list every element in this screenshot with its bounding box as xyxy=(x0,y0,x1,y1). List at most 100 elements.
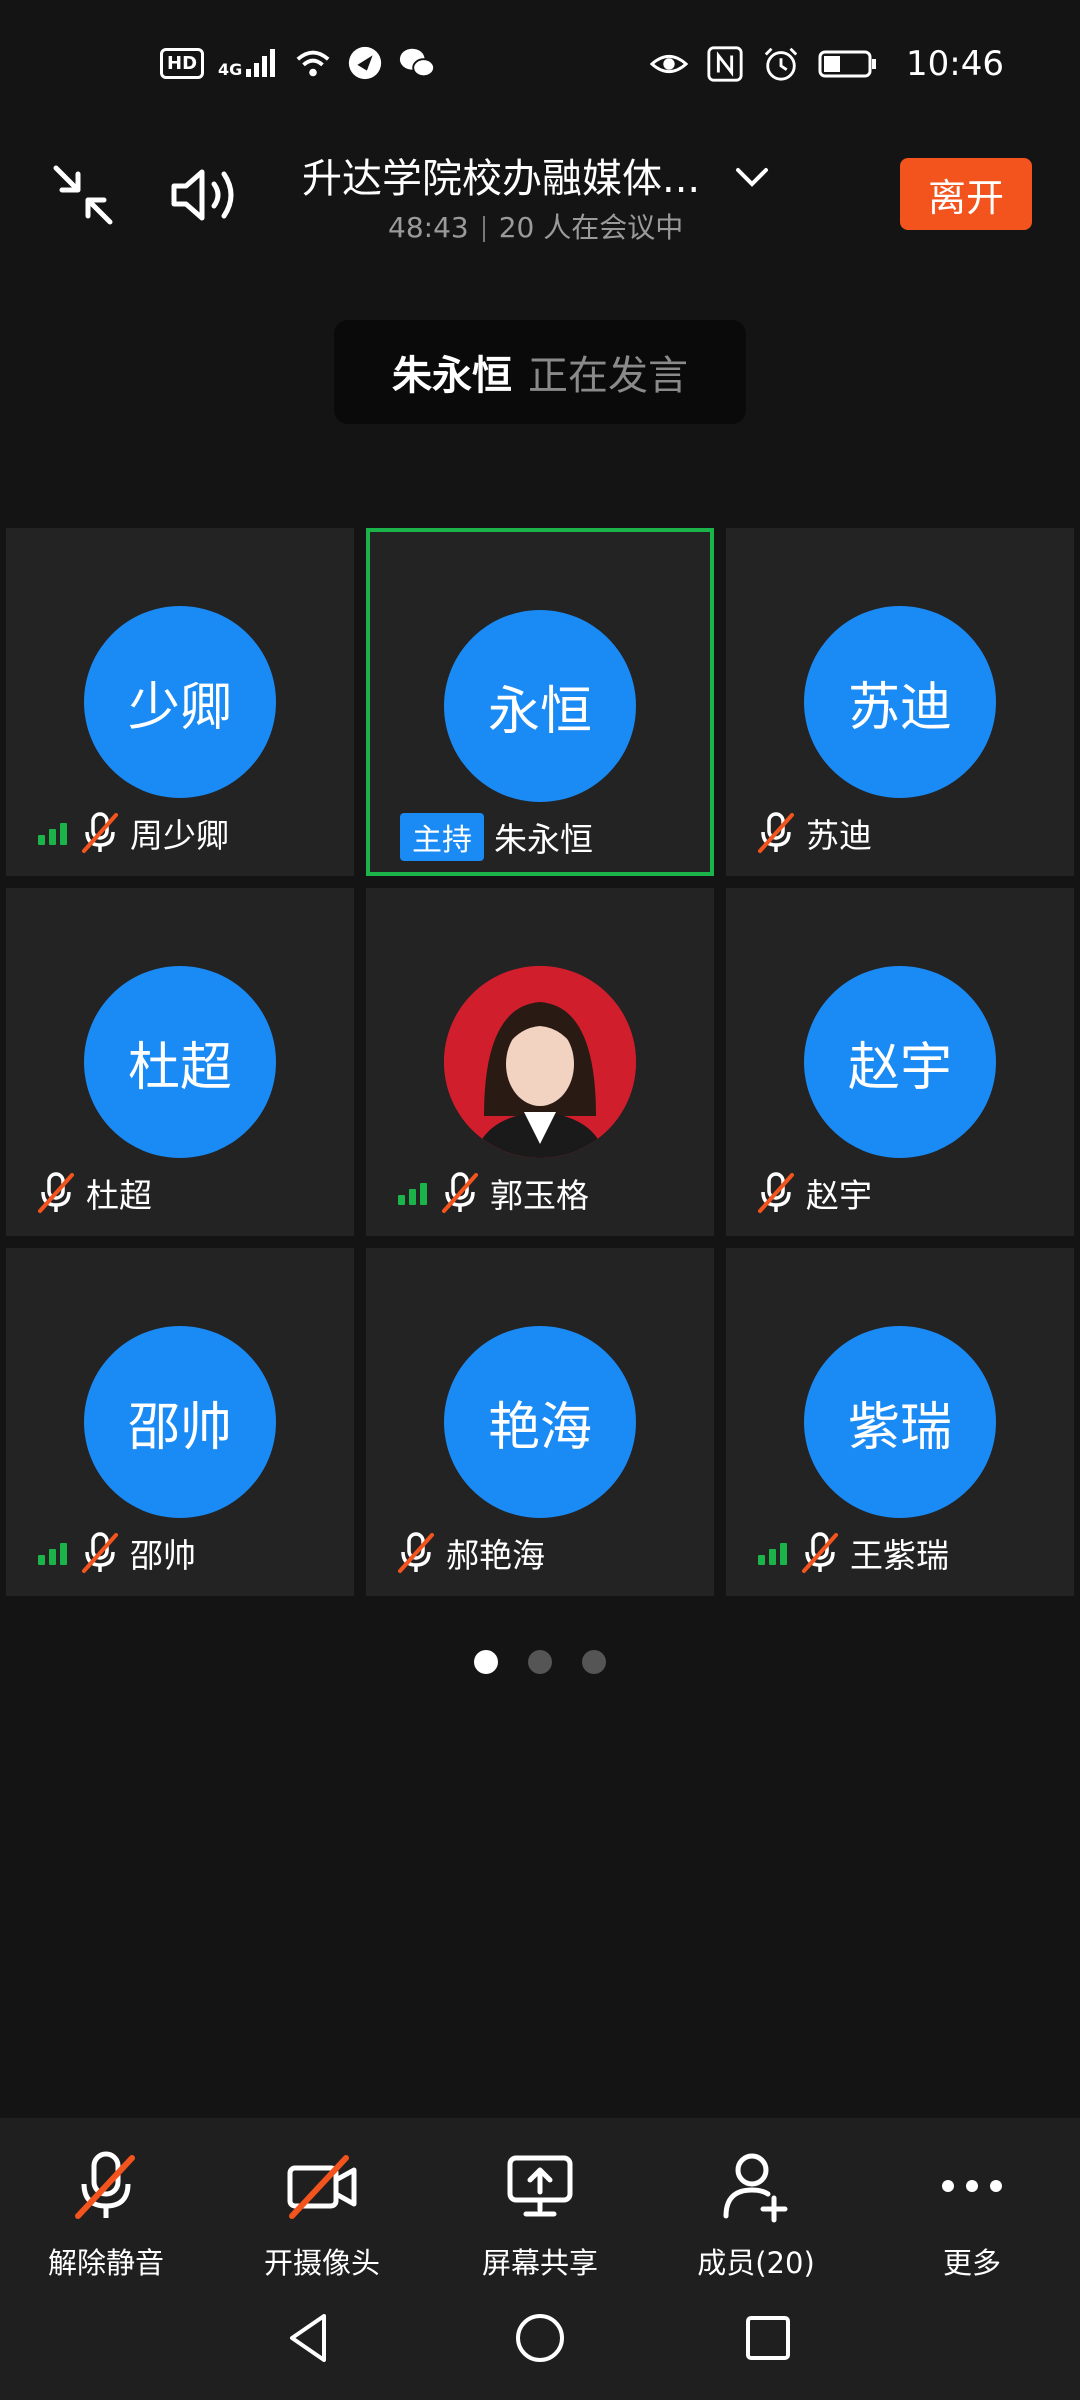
muted-mic-icon xyxy=(75,2151,135,2219)
home-icon[interactable] xyxy=(510,2308,570,2368)
app-notification-icon xyxy=(349,46,382,80)
participant-tile[interactable]: 苏迪 苏迪 xyxy=(726,528,1074,876)
meeting-meta: 48:43 20 人在会议中 xyxy=(388,206,683,246)
meeting-duration: 48:43 xyxy=(388,211,469,244)
tile-status-bar: 王紫瑞 xyxy=(756,1528,949,1578)
participant-tile[interactable]: 杜超 杜超 xyxy=(6,888,354,1236)
unmute-button[interactable]: 解除静音 xyxy=(6,2148,206,2308)
active-speaker-indicator: 朱永恒 正在发言 xyxy=(334,320,746,424)
members-label: 成员(20) xyxy=(697,2246,815,2280)
meeting-header: 升达学院校办融媒体... 48:43 20 人在会议中 离开 xyxy=(0,134,1080,244)
tile-status-bar: 郭玉格 xyxy=(396,1168,589,1218)
host-badge: 主持 xyxy=(400,813,484,861)
status-left: HD 4G xyxy=(160,44,436,82)
avatar: 少卿 xyxy=(84,606,276,798)
page-dot[interactable] xyxy=(582,1650,606,1674)
participant-tile[interactable]: 艳海 郝艳海 xyxy=(366,1248,714,1596)
participant-name: 王紫瑞 xyxy=(850,1536,949,1575)
speaker-status: 正在发言 xyxy=(528,353,688,399)
muted-mic-icon xyxy=(758,1172,794,1213)
system-nav-bar xyxy=(0,2300,1080,2380)
4g-signal-icon: 4G xyxy=(218,47,280,79)
meeting-title[interactable]: 升达学院校办融媒体... xyxy=(302,146,700,204)
eye-icon xyxy=(650,54,689,74)
unmute-label: 解除静音 xyxy=(47,2246,164,2280)
camera-off-icon xyxy=(287,2155,357,2219)
participant-tile[interactable]: 少卿 周少卿 xyxy=(6,528,354,876)
chevron-down-icon[interactable] xyxy=(732,158,772,198)
participant-tile[interactable]: 永恒主持 朱永恒 xyxy=(366,528,714,876)
camera-button[interactable]: 开摄像头 xyxy=(222,2148,422,2308)
participant-name: 赵宇 xyxy=(806,1176,872,1215)
muted-mic-icon xyxy=(82,1532,118,1573)
tile-status-bar: 郝艳海 xyxy=(396,1528,545,1578)
nfc-icon xyxy=(707,46,743,82)
members-button[interactable]: 成员(20) xyxy=(656,2148,856,2308)
page-dot[interactable] xyxy=(474,1650,498,1674)
hd-icon: HD xyxy=(160,47,205,79)
participant-name: 周少卿 xyxy=(130,816,229,855)
muted-mic-icon xyxy=(82,812,118,853)
profile-photo-avatar xyxy=(444,966,636,1158)
recents-icon[interactable] xyxy=(738,2308,798,2368)
participant-grid: 少卿 周少卿 永恒 主持 朱永恒 苏迪 苏迪 杜超 杜超 郭玉格 赵宇 赵宇 邵帅 邵帅 艳海 郝艳海 紫瑞 王紫… xyxy=(6,528,1076,1596)
avatar: 永恒 xyxy=(444,610,636,802)
tile-status-bar: 主持 朱永恒 xyxy=(400,812,593,862)
bottom-toolbar: 解除静音 开摄像头 屏幕共享 成员(20) 更多 xyxy=(0,2118,1080,2400)
alarm-icon xyxy=(764,47,798,81)
participant-name: 苏迪 xyxy=(806,816,872,855)
participant-name: 郝艳海 xyxy=(446,1536,545,1575)
wifi-icon xyxy=(296,50,330,77)
status-right: 10:46 xyxy=(650,44,1004,84)
screen-share-label: 屏幕共享 xyxy=(481,2246,598,2280)
tile-status-bar: 杜超 xyxy=(36,1168,152,1218)
participant-tile[interactable]: 赵宇 赵宇 xyxy=(726,888,1074,1236)
muted-mic-icon xyxy=(38,1172,74,1213)
tile-status-bar: 邵帅 xyxy=(36,1528,196,1578)
signal-strength-icon xyxy=(398,1183,427,1205)
signal-strength-icon xyxy=(38,1543,67,1565)
speaker-icon[interactable] xyxy=(168,162,240,228)
status-bar: HD 4G 10:46 xyxy=(0,0,1080,134)
avatar: 紫瑞 xyxy=(804,1326,996,1518)
avatar: 艳海 xyxy=(444,1326,636,1518)
participant-name: 朱永恒 xyxy=(494,820,593,859)
participant-tile[interactable]: 紫瑞 王紫瑞 xyxy=(726,1248,1074,1596)
page-indicator xyxy=(0,1650,1080,1674)
wechat-icon xyxy=(400,48,436,78)
avatar: 杜超 xyxy=(84,966,276,1158)
clock: 10:46 xyxy=(906,44,1004,84)
speaker-name: 朱永恒 xyxy=(392,353,512,399)
camera-label: 开摄像头 xyxy=(263,2246,380,2280)
tile-status-bar: 苏迪 xyxy=(756,808,872,858)
screen-share-icon xyxy=(507,2155,573,2217)
avatar: 邵帅 xyxy=(84,1326,276,1518)
tile-status-bar: 周少卿 xyxy=(36,808,229,858)
leave-button[interactable]: 离开 xyxy=(900,158,1032,230)
more-button[interactable]: 更多 xyxy=(872,2148,1072,2308)
avatar: 赵宇 xyxy=(804,966,996,1158)
muted-mic-icon xyxy=(758,812,794,853)
add-member-icon xyxy=(723,2153,788,2223)
back-icon[interactable] xyxy=(280,2308,340,2368)
participant-count: 20 人在会议中 xyxy=(498,211,684,244)
participant-name: 杜超 xyxy=(86,1176,152,1215)
page-dot[interactable] xyxy=(528,1650,552,1674)
muted-mic-icon xyxy=(442,1172,478,1213)
avatar: 苏迪 xyxy=(804,606,996,798)
battery-icon xyxy=(818,50,877,78)
participant-tile[interactable]: 邵帅 邵帅 xyxy=(6,1248,354,1596)
muted-mic-icon xyxy=(398,1532,434,1573)
minimize-icon[interactable] xyxy=(50,162,116,228)
participant-name: 邵帅 xyxy=(130,1536,196,1575)
screen-share-button[interactable]: 屏幕共享 xyxy=(440,2148,640,2308)
participant-tile[interactable]: 郭玉格 xyxy=(366,888,714,1236)
more-dots-icon xyxy=(942,2180,1002,2192)
divider xyxy=(482,216,485,242)
more-label: 更多 xyxy=(942,2246,1001,2280)
muted-mic-icon xyxy=(802,1532,838,1573)
participant-name: 郭玉格 xyxy=(490,1176,589,1215)
signal-strength-icon xyxy=(758,1543,787,1565)
signal-strength-icon xyxy=(38,823,67,845)
person-photo-icon xyxy=(444,966,636,1158)
